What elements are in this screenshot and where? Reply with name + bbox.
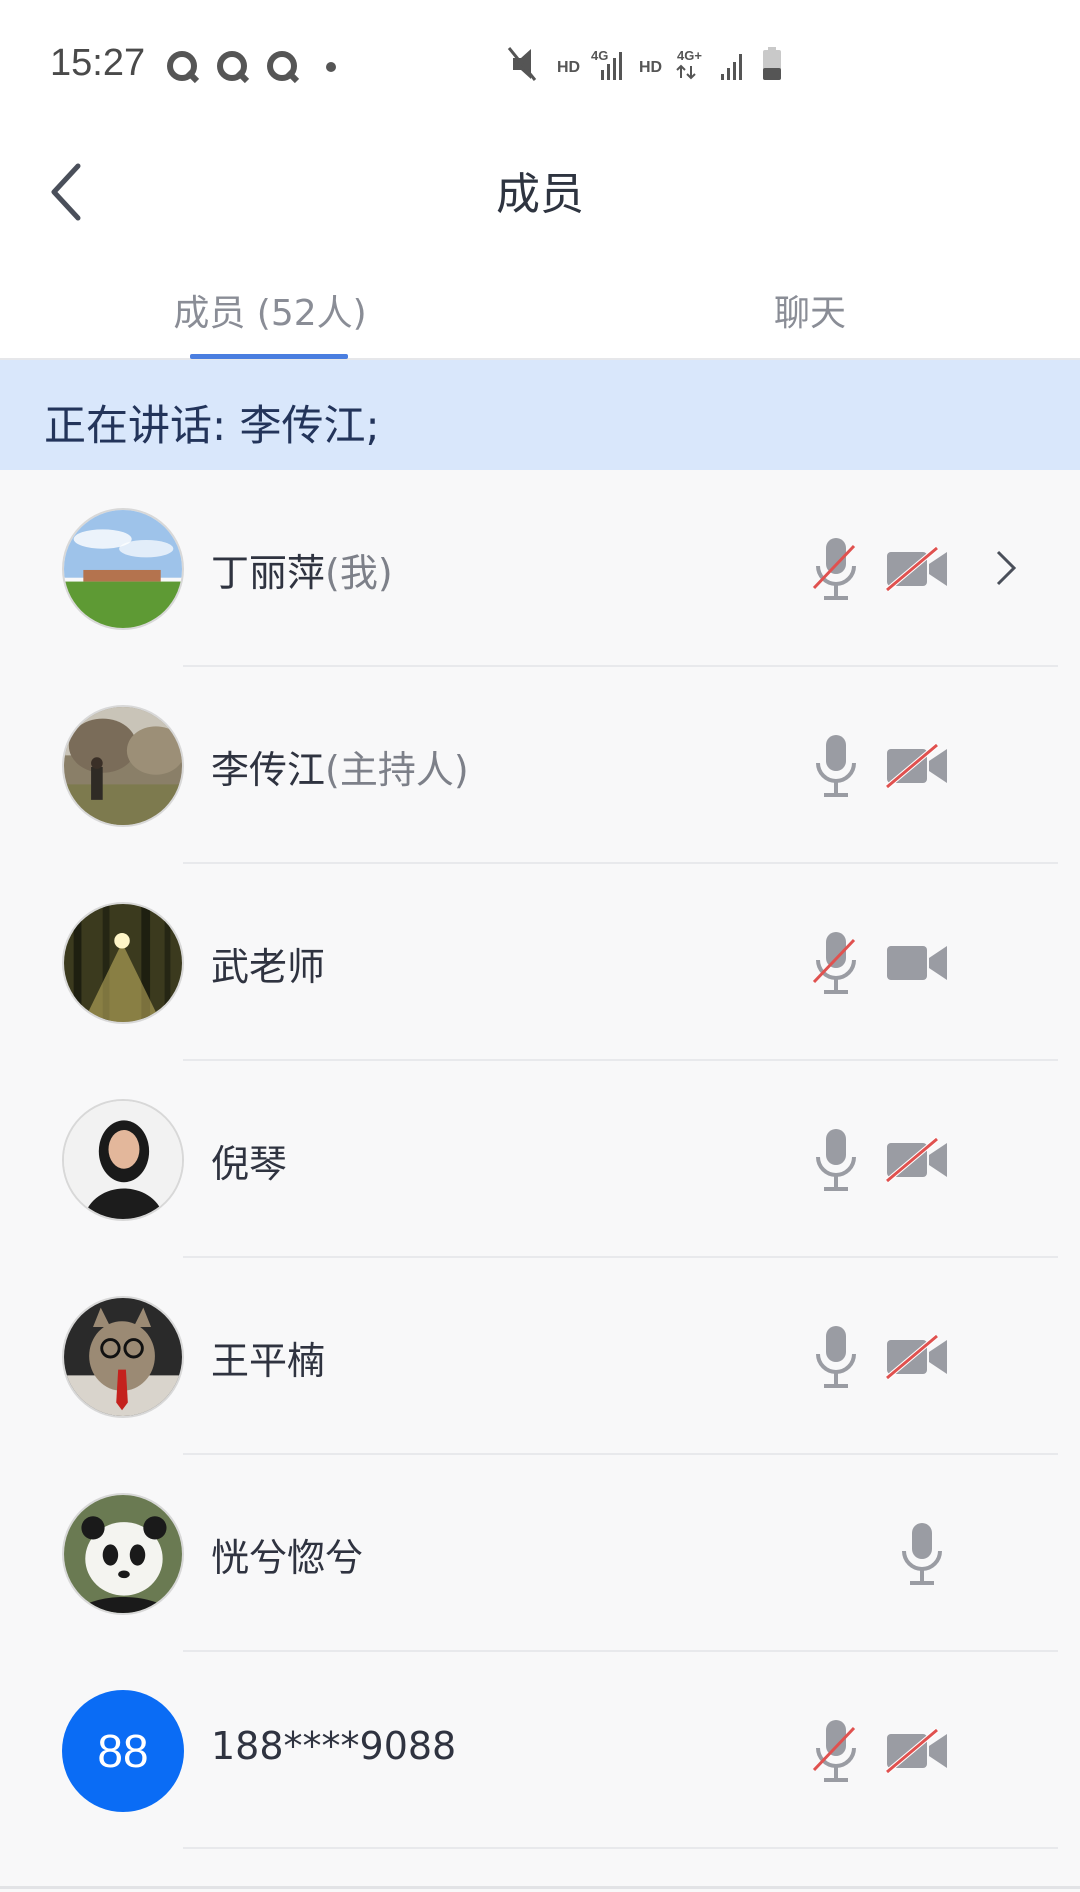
camera-off-icon[interactable]: [885, 741, 949, 791]
member-row[interactable]: 武老师: [0, 864, 1080, 1061]
avatar: [62, 1493, 184, 1615]
qq-notification-icon: [267, 51, 300, 84]
camera-off-icon[interactable]: [885, 1332, 949, 1382]
svg-text:4G: 4G: [591, 48, 608, 63]
header: 成员: [0, 130, 1080, 250]
member-row[interactable]: 88 188****9088: [0, 1652, 1080, 1849]
member-name: 倪琴: [211, 1142, 288, 1186]
status-more-dot: [326, 62, 336, 72]
tab-members[interactable]: 成员 (52人): [160, 284, 380, 336]
avatar-initials: 88: [62, 1690, 184, 1812]
camera-off-icon[interactable]: [885, 1726, 949, 1776]
tab-chat[interactable]: 聊天: [700, 284, 920, 336]
divider: [183, 1847, 1058, 1849]
member-row[interactable]: 丁丽萍(我): [0, 470, 1080, 667]
mic-muted-icon[interactable]: [812, 534, 860, 604]
svg-text:4G+: 4G+: [677, 48, 702, 63]
member-list: 丁丽萍(我) 李传江(主持人) 武老师 倪琴 王平楠 恍兮惚兮 88 188**…: [0, 470, 1080, 1849]
bottom-divider: [0, 1886, 1080, 1889]
camera-off-icon[interactable]: [885, 544, 949, 594]
mic-icon[interactable]: [812, 1125, 860, 1195]
member-row[interactable]: 李传江(主持人): [0, 667, 1080, 864]
active-tab-indicator: [190, 354, 348, 359]
member-name: 丁丽萍(我): [211, 551, 393, 595]
tab-bar: 成员 (52人) 聊天: [0, 250, 1080, 360]
member-row[interactable]: 倪琴: [0, 1061, 1080, 1258]
status-time: 15:27: [50, 42, 146, 84]
status-indicators-icon: HD 4G HD 4G+: [507, 47, 781, 81]
member-name: 恍兮惚兮: [211, 1536, 364, 1580]
qq-notification-icon: [217, 51, 250, 84]
avatar: [62, 705, 184, 827]
member-row[interactable]: 恍兮惚兮: [0, 1455, 1080, 1652]
speaking-text: 正在讲话: 李传江;: [44, 401, 380, 450]
member-name: 武老师: [211, 945, 326, 989]
member-row[interactable]: 王平楠: [0, 1258, 1080, 1455]
svg-text:HD: HD: [557, 59, 580, 76]
member-name: 王平楠: [211, 1339, 326, 1383]
mic-icon[interactable]: [898, 1519, 946, 1589]
member-role: (我): [325, 551, 393, 595]
member-role: (主持人): [325, 748, 469, 792]
qq-notification-icon: [167, 51, 200, 84]
forest-sunlight-photo-icon: [64, 904, 182, 1022]
cat-with-tie-photo-icon: [64, 1298, 182, 1416]
chevron-right-icon[interactable]: [990, 546, 1020, 590]
woman-portrait-photo-icon: [64, 1101, 182, 1219]
avatar: [62, 1099, 184, 1221]
avatar: [62, 1296, 184, 1418]
camera-icon[interactable]: [885, 938, 949, 988]
avatar: [62, 508, 184, 630]
camera-off-icon[interactable]: [885, 1135, 949, 1185]
speaking-banner: 正在讲话: 李传江;: [0, 360, 1080, 470]
mic-icon[interactable]: [812, 1322, 860, 1392]
status-bar: 15:27 HD 4G HD 4G+: [0, 0, 1080, 130]
mic-muted-icon[interactable]: [812, 928, 860, 998]
mic-icon[interactable]: [812, 731, 860, 801]
member-name: 李传江(主持人): [211, 748, 469, 792]
landscape-photo-icon: [64, 510, 182, 628]
mic-muted-icon[interactable]: [812, 1716, 860, 1786]
page-title: 成员: [496, 169, 584, 220]
person-in-park-photo-icon: [64, 707, 182, 825]
avatar: [62, 902, 184, 1024]
panda-photo-icon: [64, 1495, 182, 1613]
svg-text:HD: HD: [639, 59, 662, 76]
member-name: 188****9088: [211, 1724, 457, 1768]
